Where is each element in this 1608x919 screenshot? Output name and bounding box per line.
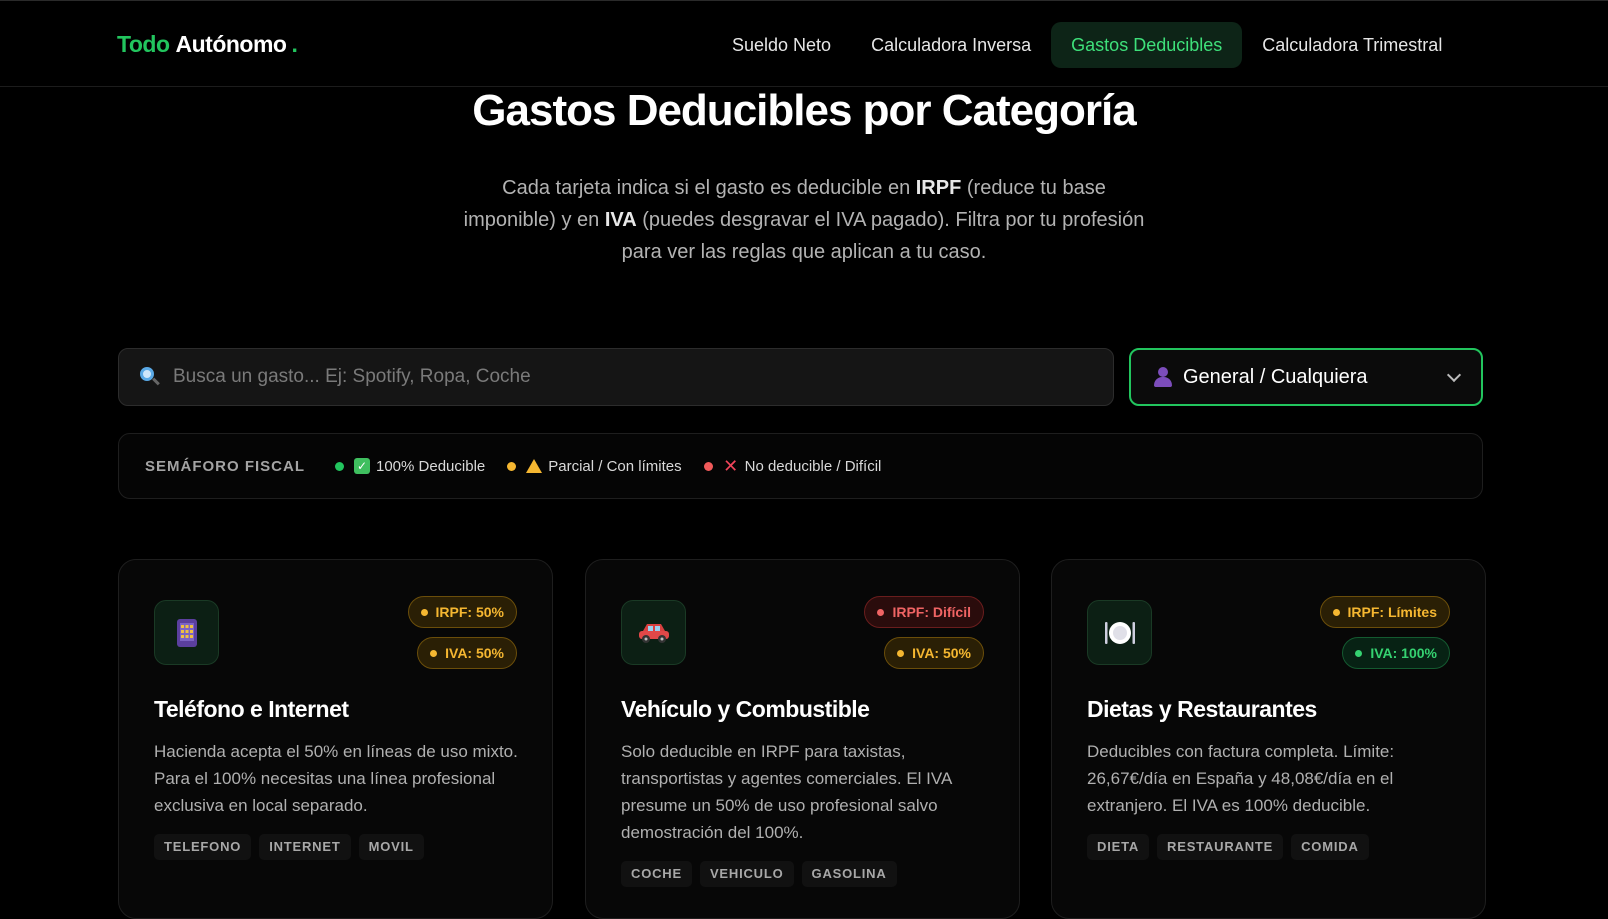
main-nav: Sueldo Neto Calculadora Inversa Gastos D… [712, 22, 1462, 68]
nav-sueldo-neto[interactable]: Sueldo Neto [712, 22, 851, 68]
irpf-badge-label: IRPF: Límites [1347, 604, 1437, 620]
nav-calculadora-inversa[interactable]: Calculadora Inversa [851, 22, 1051, 68]
iva-badge: IVA: 100% [1342, 637, 1450, 669]
profession-select-value: General / Cualquiera [1183, 365, 1368, 388]
irpf-badge: IRPF: 50% [407, 596, 517, 628]
check-icon: ✓ [354, 458, 370, 474]
nav-calculadora-trimestral[interactable]: Calculadora Trimestral [1242, 22, 1462, 68]
card-title: Vehículo y Combustible [621, 696, 870, 722]
search-input[interactable] [173, 366, 1073, 388]
green-dot-icon [335, 461, 344, 471]
card-badges: IRPF: Límites IVA: 100% [1319, 596, 1450, 669]
card-description: Deducibles con factura completa. Límite:… [1087, 742, 1395, 815]
site-logo[interactable]: Todo Autónomo. [117, 31, 298, 58]
logo-part-autonomo: Autónomo [175, 31, 287, 57]
plate-icon [1087, 600, 1152, 665]
card-description: Solo deducible en IRPF para taxistas, tr… [621, 742, 952, 842]
tag: MOVIL [358, 834, 424, 860]
nav-gastos-deducibles[interactable]: Gastos Deducibles [1051, 22, 1243, 68]
legend-label: Parcial / Con límites [548, 457, 682, 475]
legend-item-no-deducible: ✕ No deducible / Difícil [703, 455, 882, 476]
subtitle-text-a: Cada tarjeta indica si el gasto es deduc… [502, 177, 916, 199]
tag: COMIDA [1291, 834, 1369, 860]
page-subtitle: Cada tarjeta indica si el gasto es deduc… [454, 172, 1154, 268]
tag: DIETA [1087, 834, 1150, 860]
legend-item-parcial: Parcial / Con límites [507, 457, 682, 475]
search-box[interactable] [118, 348, 1114, 406]
logo-dot: . [291, 31, 298, 57]
iva-badge-label: IVA: 50% [445, 645, 504, 661]
card-tags: COCHE VEHICULO GASOLINA [621, 861, 897, 887]
cross-icon: ✕ [723, 455, 739, 476]
yellow-dot-icon [507, 461, 517, 471]
tag: VEHICULO [699, 861, 794, 887]
subtitle-text-c: (puedes desgravar el IVA pagado). Filtra… [621, 209, 1145, 263]
red-dot-icon [703, 461, 713, 471]
logo-part-todo: Todo [117, 31, 170, 57]
expense-card-vehiculo[interactable]: IRPF: Difícil IVA: 50% Vehículo y Combus… [585, 559, 1020, 919]
tag: INTERNET [259, 834, 351, 860]
tag: TELEFONO [154, 834, 252, 860]
legend-label: 100% Deducible [376, 457, 486, 475]
chevron-down-icon [1446, 367, 1462, 383]
warning-icon [526, 459, 543, 473]
card-title: Dietas y Restaurantes [1087, 696, 1317, 722]
legend-label: No deducible / Difícil [744, 457, 882, 475]
profession-select[interactable]: General / Cualquiera [1129, 348, 1483, 406]
irpf-badge: IRPF: Límites [1319, 596, 1450, 628]
card-tags: DIETA RESTAURANTE COMIDA [1087, 834, 1369, 860]
card-badges: IRPF: Difícil IVA: 50% [864, 596, 984, 669]
card-title: Teléfono e Internet [154, 696, 349, 722]
search-icon [139, 366, 161, 388]
tag: RESTAURANTE [1157, 834, 1284, 860]
legend-title: SEMÁFORO FISCAL [145, 457, 305, 475]
iva-badge-label: IVA: 50% [912, 645, 971, 661]
legend-item-deducible: ✓ 100% Deducible [335, 458, 485, 475]
iva-badge-label: IVA: 100% [1370, 645, 1437, 661]
subtitle-iva: IVA [604, 209, 637, 231]
subtitle-irpf: IRPF [915, 177, 962, 199]
tag: COCHE [621, 861, 692, 887]
tag: GASOLINA [801, 861, 897, 887]
person-icon [1153, 367, 1173, 387]
expense-card-dietas[interactable]: IRPF: Límites IVA: 100% Dietas y Restaur… [1051, 559, 1486, 919]
iva-badge: IVA: 50% [417, 637, 517, 669]
card-description: Hacienda acepta el 50% en líneas de uso … [154, 742, 518, 815]
irpf-badge-label: IRPF: Difícil [892, 604, 971, 620]
irpf-badge-label: IRPF: 50% [435, 604, 504, 620]
irpf-badge: IRPF: Difícil [864, 596, 984, 628]
iva-badge: IVA: 50% [884, 637, 984, 669]
page-title: Gastos Deducibles por Categoría [472, 86, 1136, 135]
fiscal-legend: SEMÁFORO FISCAL ✓ 100% Deducible Parcial… [118, 433, 1483, 499]
expense-card-telefono[interactable]: IRPF: 50% IVA: 50% Teléfono e Internet H… [118, 559, 553, 919]
top-navbar: Todo Autónomo. Sueldo Neto Calculadora In… [0, 0, 1608, 87]
car-icon [621, 600, 686, 665]
card-tags: TELEFONO INTERNET MOVIL [154, 834, 424, 860]
card-badges: IRPF: 50% IVA: 50% [407, 596, 517, 669]
phone-icon [154, 600, 219, 665]
